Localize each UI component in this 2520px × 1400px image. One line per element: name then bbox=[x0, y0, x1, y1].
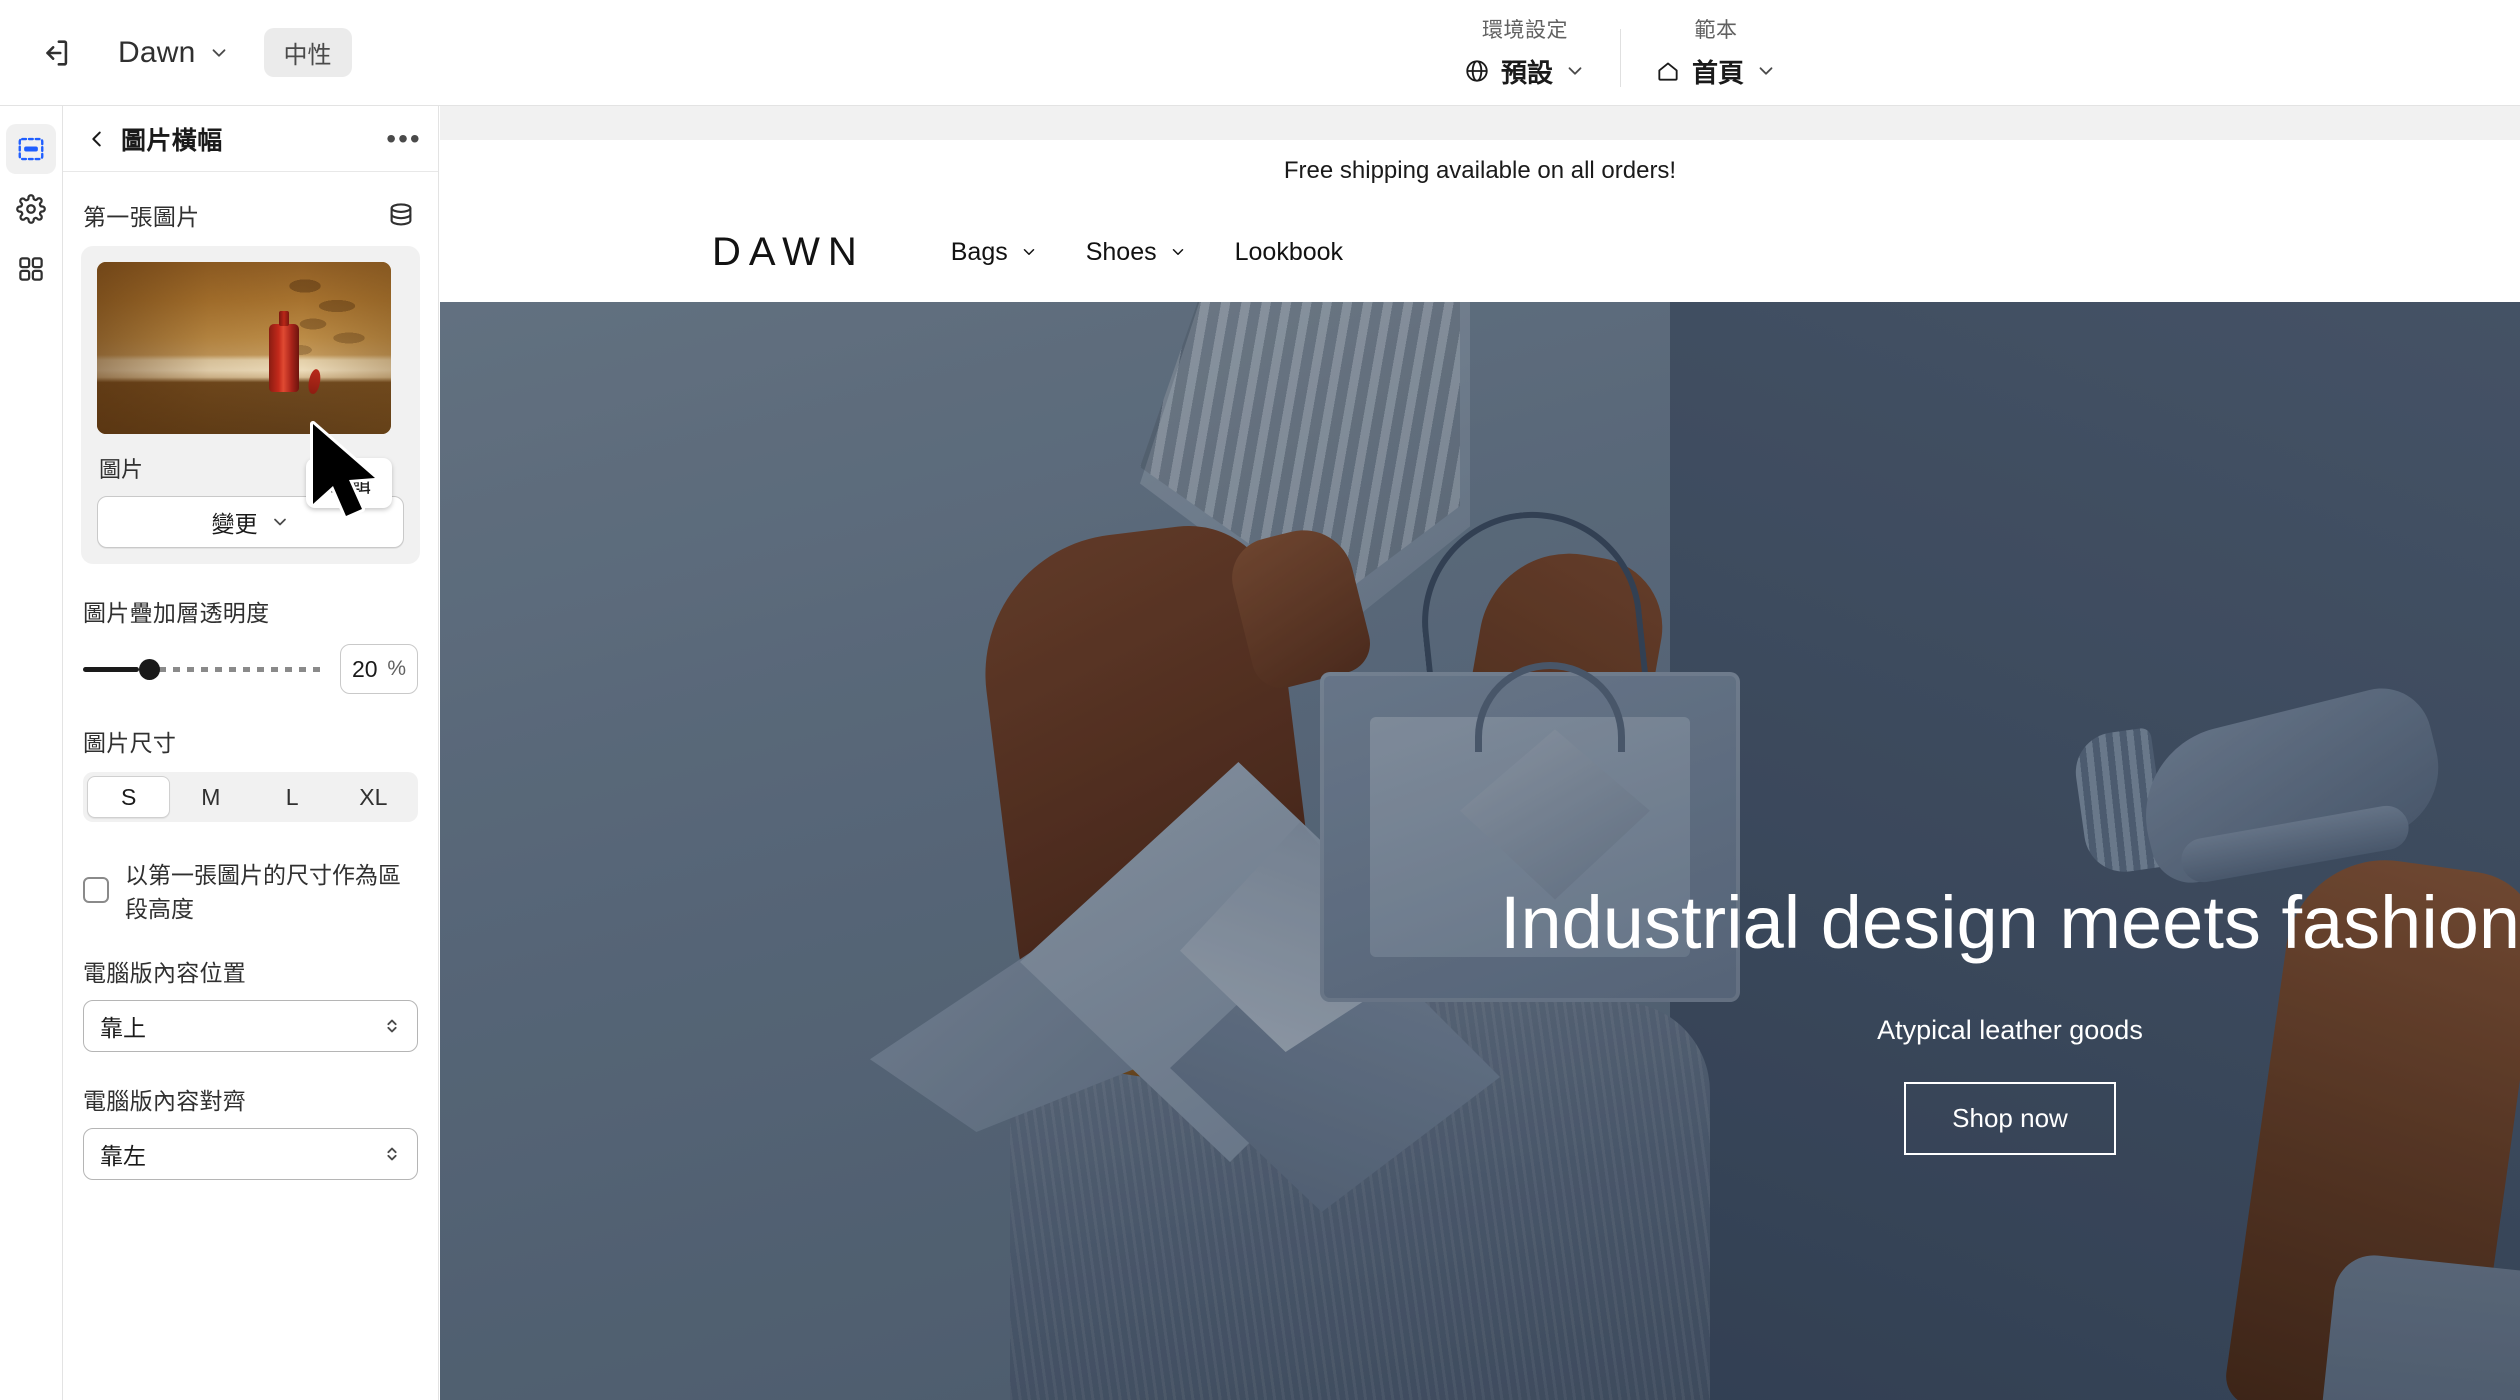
database-icon[interactable] bbox=[384, 198, 418, 232]
overlay-opacity-slider[interactable] bbox=[83, 654, 322, 684]
top-bar: Dawn 中性 環境設定 預設 範本 首頁 bbox=[0, 0, 2520, 106]
database-icon-glyph bbox=[390, 203, 412, 226]
chevron-down-icon bbox=[1023, 249, 1034, 255]
overlay-opacity-input[interactable]: 20 % bbox=[340, 644, 418, 694]
thumbnail-bottle bbox=[269, 311, 299, 392]
storefront-preview: Free shipping available on all orders! D… bbox=[440, 140, 2520, 1400]
storefront-header: DAWN Bags Shoes Lookbook bbox=[440, 202, 2520, 302]
image-size-option-m[interactable]: M bbox=[170, 776, 251, 818]
environment-label: 環境設定 bbox=[1482, 18, 1568, 42]
image-banner-section[interactable]: Industrial design meets fashion Atypical… bbox=[440, 302, 2520, 1400]
nav-item-lookbook-label: Lookbook bbox=[1234, 237, 1344, 266]
shop-now-button[interactable]: Shop now bbox=[1904, 1082, 2116, 1156]
image-size-option-xl[interactable]: XL bbox=[333, 776, 414, 818]
section-height-checkbox[interactable] bbox=[83, 877, 109, 903]
desktop-content-alignment-block: 電腦版內容對齊 靠左 bbox=[63, 1082, 438, 1180]
topbar-center-group: 環境設定 預設 範本 首頁 bbox=[1430, 0, 1811, 106]
sidebar-item-apps[interactable] bbox=[6, 244, 56, 294]
back-button[interactable] bbox=[79, 121, 115, 157]
template-selector-group: 範本 首頁 bbox=[1621, 14, 1811, 93]
desktop-content-position-block: 電腦版內容位置 靠上 bbox=[63, 954, 438, 1052]
topbar-left-group: Dawn 中性 bbox=[0, 25, 352, 81]
exit-icon[interactable] bbox=[28, 25, 84, 81]
chevron-down-icon bbox=[212, 48, 225, 57]
desktop-content-position-label: 電腦版內容位置 bbox=[83, 960, 247, 986]
home-icon bbox=[1658, 62, 1678, 81]
nav-item-bags[interactable]: Bags bbox=[951, 238, 1038, 267]
template-label: 範本 bbox=[1694, 18, 1738, 42]
theme-name-label: Dawn bbox=[118, 35, 196, 69]
sidebar-item-sections[interactable] bbox=[6, 124, 56, 174]
overlay-opacity-row: 20 % bbox=[83, 644, 418, 694]
theme-preview: Free shipping available on all orders! D… bbox=[440, 106, 2520, 1400]
image-picker-card: 編輯 圖片 變更 bbox=[81, 246, 420, 564]
panel-body: 第一張圖片 編輯 圖片 變更 圖片疊加層透明度 20 % 圖片尺寸 S M L … bbox=[63, 172, 438, 1210]
image-size-segmented-control: S M L XL bbox=[83, 772, 418, 822]
chevron-left-icon bbox=[92, 131, 101, 146]
hero-heading: Industrial design meets fashion bbox=[1499, 881, 2520, 964]
desktop-content-alignment-value: 靠左 bbox=[100, 1143, 146, 1169]
template-dropdown[interactable]: 首頁 bbox=[1647, 50, 1785, 93]
hero-content: Industrial design meets fashion Atypical… bbox=[1500, 882, 2520, 1156]
first-image-label: 第一張圖片 bbox=[83, 204, 200, 230]
environment-dropdown[interactable]: 預設 bbox=[1456, 50, 1594, 93]
page-title: 圖片橫幅 bbox=[121, 126, 223, 155]
section-height-checkbox-row[interactable]: 以第一張圖片的尺寸作為區段高度 bbox=[83, 856, 418, 924]
left-rail bbox=[0, 106, 63, 1400]
more-options-button[interactable]: ••• bbox=[384, 119, 424, 159]
section-height-label: 以第一張圖片的尺寸作為區段高度 bbox=[125, 862, 401, 922]
edit-image-button[interactable]: 編輯 bbox=[305, 458, 392, 508]
overlay-opacity-unit: % bbox=[387, 657, 406, 680]
section-height-block: 以第一張圖片的尺寸作為區段高度 bbox=[63, 856, 438, 924]
chevron-down-icon bbox=[1172, 249, 1183, 255]
chevron-updown-icon bbox=[387, 1147, 397, 1161]
storefront-nav: Bags Shoes Lookbook bbox=[951, 238, 1343, 267]
apps-icon bbox=[19, 257, 43, 281]
store-logo[interactable]: DAWN bbox=[712, 230, 865, 275]
settings-panel: 圖片橫幅 ••• 第一張圖片 編輯 圖片 變更 圖片疊加層透明度 20 % 圖片… bbox=[63, 106, 439, 1400]
overlay-opacity-value: 20 bbox=[352, 655, 378, 682]
hero-subheading: Atypical leather goods bbox=[1877, 1015, 2143, 1046]
overlay-opacity-label: 圖片疊加層透明度 bbox=[83, 600, 270, 626]
desktop-content-alignment-label: 電腦版內容對齊 bbox=[83, 1088, 247, 1114]
image-size-block: 圖片尺寸 S M L XL bbox=[63, 724, 438, 822]
change-image-label: 變更 bbox=[211, 511, 258, 537]
panel-header: 圖片橫幅 ••• bbox=[63, 106, 438, 172]
theme-status-badge: 中性 bbox=[263, 28, 352, 77]
template-value: 首頁 bbox=[1692, 57, 1745, 88]
slider-thumb[interactable] bbox=[139, 659, 161, 680]
image-size-option-l[interactable]: L bbox=[252, 776, 333, 818]
image-size-label: 圖片尺寸 bbox=[83, 730, 177, 756]
desktop-content-position-select[interactable]: 靠上 bbox=[83, 1000, 418, 1052]
chevron-down-icon bbox=[1759, 67, 1773, 75]
slider-track-remainder bbox=[145, 667, 322, 672]
desktop-content-position-value: 靠上 bbox=[100, 1015, 146, 1041]
hero-image-overlay bbox=[440, 302, 2520, 1400]
first-image-header: 第一張圖片 bbox=[63, 172, 438, 242]
chevron-updown-icon bbox=[387, 1019, 397, 1033]
slider-fill bbox=[83, 667, 140, 672]
nav-item-bags-label: Bags bbox=[950, 237, 1008, 266]
announcement-bar: Free shipping available on all orders! bbox=[1283, 157, 1677, 184]
globe-icon bbox=[1466, 60, 1488, 82]
environment-selector-group: 環境設定 預設 bbox=[1430, 14, 1620, 93]
nav-item-shoes[interactable]: Shoes bbox=[1086, 238, 1187, 267]
image-thumbnail[interactable] bbox=[97, 262, 391, 434]
chevron-down-icon bbox=[273, 518, 286, 526]
nav-item-shoes-label: Shoes bbox=[1085, 237, 1157, 266]
sections-icon bbox=[18, 137, 44, 161]
image-size-option-s[interactable]: S bbox=[87, 776, 171, 818]
nav-item-lookbook[interactable]: Lookbook bbox=[1235, 238, 1343, 267]
sidebar-item-settings[interactable] bbox=[6, 184, 56, 234]
chevron-down-icon bbox=[1568, 67, 1582, 75]
desktop-content-alignment-select[interactable]: 靠左 bbox=[83, 1128, 418, 1180]
theme-name-dropdown[interactable]: Dawn bbox=[106, 28, 242, 78]
gear-icon bbox=[16, 194, 46, 224]
environment-value: 預設 bbox=[1501, 57, 1554, 88]
overlay-opacity-block: 圖片疊加層透明度 20 % bbox=[63, 594, 438, 694]
